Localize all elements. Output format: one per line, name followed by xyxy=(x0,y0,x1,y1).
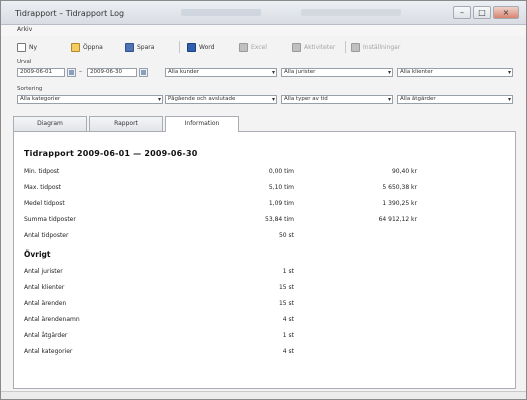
stat-amount: 5 650,38 kr xyxy=(382,184,417,191)
stat-label: Min. tidpost xyxy=(24,168,60,175)
other-value: 15 st xyxy=(278,284,294,291)
new-button[interactable]: Ny xyxy=(17,41,37,53)
maximize-button[interactable]: □ xyxy=(473,6,491,19)
other-value: 4 st xyxy=(282,316,294,323)
title-bar-decoration xyxy=(301,9,401,16)
jurists-dropdown[interactable]: Alla jurister xyxy=(281,68,393,77)
stat-label: Medel tidpost xyxy=(24,200,65,207)
other-row: Antal åtgärder 1 st xyxy=(24,332,494,342)
status-bar xyxy=(1,391,526,399)
stat-amount: 90,40 kr xyxy=(391,168,417,175)
categories-dropdown[interactable]: Alla kategorier xyxy=(17,95,163,104)
tab-diagram[interactable]: Diagram xyxy=(13,116,87,131)
stat-row: Summa tidposter 53,84 tim 64 912,12 kr xyxy=(24,216,494,226)
window-title: Tidrapport – Tidrapport Log xyxy=(15,9,125,18)
other-label: Antal ärendenamn xyxy=(24,316,80,323)
settings-button-label: Inställningar xyxy=(363,43,401,51)
date-from-field[interactable]: 2009-06-01 xyxy=(17,68,65,77)
other-value: 1 st xyxy=(282,332,294,339)
other-heading: Övrigt xyxy=(24,250,51,259)
toolbar-separator xyxy=(345,41,346,53)
stat-label: Antal tidposter xyxy=(24,232,69,239)
excel-export-button[interactable]: Excel xyxy=(239,41,267,53)
menu-bar: Arkiv xyxy=(1,25,526,36)
stat-label: Max. tidpost xyxy=(24,184,62,191)
other-label: Antal ärenden xyxy=(24,300,67,307)
settings-icon xyxy=(351,42,360,52)
clients-dropdown[interactable]: Alla kunder xyxy=(165,68,277,77)
other-value: 1 st xyxy=(282,268,294,275)
other-label: Antal kategorier xyxy=(24,348,73,355)
other-value: 15 st xyxy=(278,300,294,307)
other-row: Antal klienter 15 st xyxy=(24,284,494,294)
stat-row: Medel tidpost 1,09 tim 1 390,25 kr xyxy=(24,200,494,210)
word-export-button[interactable]: Word xyxy=(187,41,214,53)
stat-row: Max. tidpost 5,10 tim 5 650,38 kr xyxy=(24,184,494,194)
clerks-dropdown[interactable]: Alla klienter xyxy=(397,68,513,77)
status-dropdown[interactable]: Pågående och avslutade xyxy=(165,95,277,104)
minimize-button[interactable]: – xyxy=(453,6,471,19)
application-window: Tidrapport – Tidrapport Log – □ × Arkiv … xyxy=(0,0,527,400)
open-button[interactable]: Öppna xyxy=(71,41,103,53)
toolbar: Ny Öppna Spara Word Excel Aktiviteter In… xyxy=(1,37,526,57)
date-to-field[interactable]: 2009-06-30 xyxy=(87,68,137,77)
settings-button[interactable]: Inställningar xyxy=(351,41,400,53)
new-document-icon xyxy=(17,42,26,52)
time-types-dropdown[interactable]: Alla typer av tid xyxy=(281,95,393,104)
stat-label: Summa tidposter xyxy=(24,216,76,223)
information-panel: Tidrapport 2009-06-01 — 2009-06-30 Min. … xyxy=(13,131,516,389)
title-bar-decoration xyxy=(181,9,261,16)
other-value: 4 st xyxy=(282,348,294,355)
stat-hours: 1,09 tim xyxy=(268,200,294,207)
excel-button-label: Excel xyxy=(251,43,267,51)
stat-hours: 50 st xyxy=(278,232,294,239)
other-row: Antal ärenden 15 st xyxy=(24,300,494,310)
tasks-button[interactable]: Aktiviteter xyxy=(292,41,335,53)
tab-information[interactable]: Information xyxy=(165,116,239,132)
excel-icon xyxy=(239,42,248,52)
stat-row: Antal tidposter 50 st xyxy=(24,232,494,242)
calendar-icon[interactable] xyxy=(67,68,76,77)
other-label: Antal åtgärder xyxy=(24,332,68,339)
save-button-label: Spara xyxy=(137,43,155,51)
calendar-icon[interactable] xyxy=(139,68,148,77)
menu-file[interactable]: Arkiv xyxy=(17,26,32,33)
stat-amount: 64 912,12 kr xyxy=(378,216,417,223)
title-bar: Tidrapport – Tidrapport Log – □ × xyxy=(1,1,526,25)
gear-icon xyxy=(292,42,301,52)
other-label: Antal klienter xyxy=(24,284,65,291)
toolbar-separator xyxy=(179,41,180,53)
stat-hours: 53,84 tim xyxy=(265,216,294,223)
other-row: Antal ärendenamn 4 st xyxy=(24,316,494,326)
word-button-label: Word xyxy=(199,43,215,51)
tab-report[interactable]: Rapport xyxy=(89,116,163,131)
report-title: Tidrapport 2009-06-01 — 2009-06-30 xyxy=(24,149,198,158)
stat-hours: 0,00 tim xyxy=(268,168,294,175)
folder-icon xyxy=(71,42,80,52)
word-icon xyxy=(187,42,196,52)
new-button-label: Ny xyxy=(29,43,38,51)
measures-dropdown[interactable]: Alla åtgärder xyxy=(397,95,513,104)
close-button[interactable]: × xyxy=(493,6,519,19)
open-button-label: Öppna xyxy=(83,43,103,51)
period-label: Urval xyxy=(17,59,32,65)
stat-amount: 1 390,25 kr xyxy=(382,200,417,207)
other-row: Antal kategorier 4 st xyxy=(24,348,494,358)
sorting-label: Sortering xyxy=(17,86,43,92)
save-icon xyxy=(125,42,134,52)
date-range-separator: – xyxy=(79,68,82,75)
tasks-button-label: Aktiviteter xyxy=(304,43,336,51)
other-label: Antal jurister xyxy=(24,268,63,275)
save-button[interactable]: Spara xyxy=(125,41,154,53)
stat-row: Min. tidpost 0,00 tim 90,40 kr xyxy=(24,168,494,178)
stat-hours: 5,10 tim xyxy=(268,184,294,191)
other-row: Antal jurister 1 st xyxy=(24,268,494,278)
